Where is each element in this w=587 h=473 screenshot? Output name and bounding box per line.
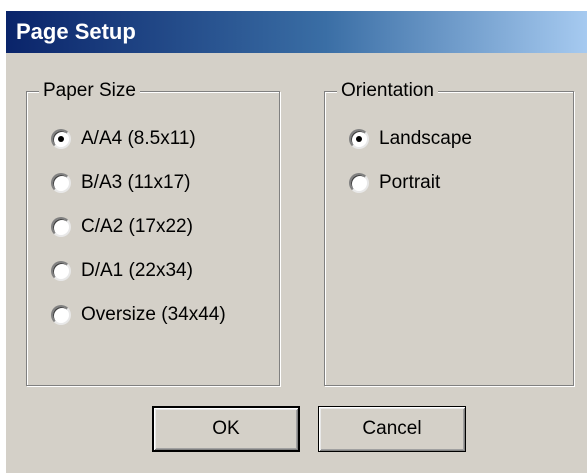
radio-button[interactable] [349, 173, 369, 193]
radio-label: Landscape [379, 128, 472, 149]
orientation-legend: Orientation [337, 78, 438, 104]
radio-button[interactable] [51, 173, 71, 193]
radio-label: A/A4 (8.5x11) [81, 128, 196, 149]
radio-label: D/A1 (22x34) [81, 260, 193, 281]
ok-button[interactable]: OK [152, 406, 300, 452]
radio-label: Oversize (34x44) [81, 304, 226, 325]
orientation-group: Orientation Landscape Portrait [324, 78, 574, 386]
paper-size-option-b-a3[interactable]: B/A3 (11x17) [51, 168, 190, 198]
paper-size-option-c-a2[interactable]: C/A2 (17x22) [51, 212, 193, 242]
paper-size-legend: Paper Size [39, 78, 140, 104]
cancel-button[interactable]: Cancel [318, 406, 466, 452]
paper-size-group: Paper Size A/A4 (8.5x11) B/A3 (11x17) C/… [26, 78, 280, 386]
dialog-title: Page Setup [6, 11, 587, 53]
radio-button[interactable] [51, 217, 71, 237]
paper-size-option-oversize[interactable]: Oversize (34x44) [51, 300, 226, 330]
radio-button[interactable] [349, 129, 369, 149]
radio-label: C/A2 (17x22) [81, 216, 193, 237]
paper-size-option-d-a1[interactable]: D/A1 (22x34) [51, 256, 193, 286]
radio-button[interactable] [51, 129, 71, 149]
paper-size-option-a-a4[interactable]: A/A4 (8.5x11) [51, 124, 196, 154]
radio-label: B/A3 (11x17) [81, 172, 191, 193]
page-setup-dialog: Page Setup Paper Size A/A4 (8.5x11) B/A3… [4, 10, 587, 473]
orientation-option-landscape[interactable]: Landscape [349, 124, 472, 154]
radio-button[interactable] [51, 305, 71, 325]
orientation-option-portrait[interactable]: Portrait [349, 168, 440, 198]
radio-label: Portrait [379, 172, 441, 193]
radio-button[interactable] [51, 261, 71, 281]
